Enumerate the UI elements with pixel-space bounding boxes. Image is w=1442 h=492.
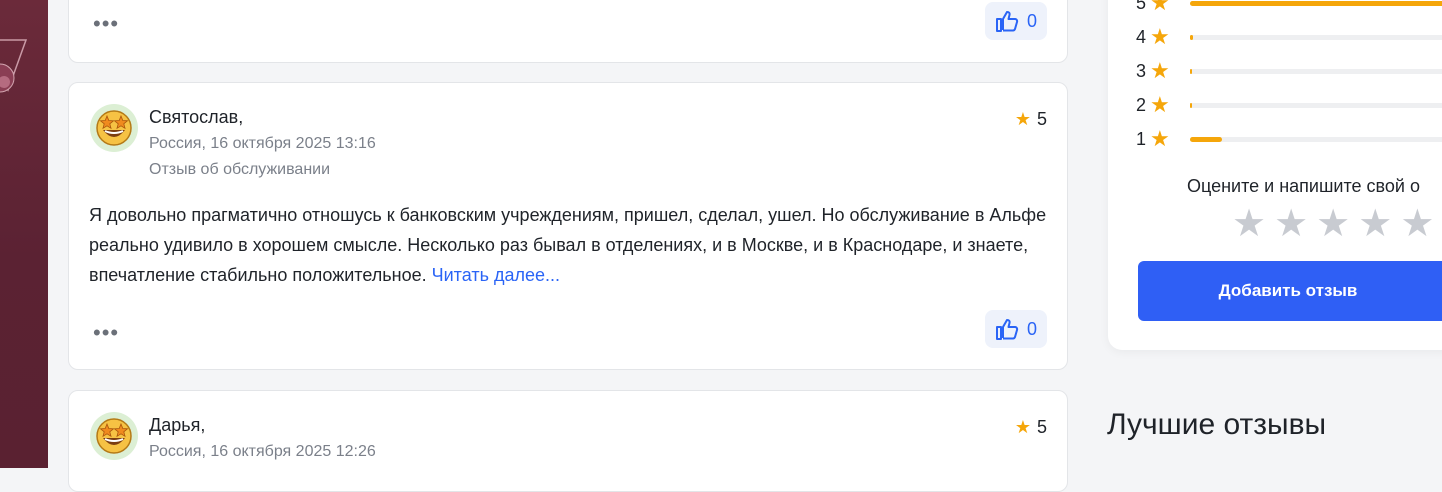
rating-bar bbox=[1190, 1, 1442, 6]
star-icon: ★ bbox=[1150, 126, 1170, 151]
rating-input[interactable]: ★ ★ ★ ★ ★ bbox=[1232, 205, 1434, 243]
rating-bar bbox=[1190, 137, 1442, 142]
rating-bar-fill bbox=[1190, 1, 1442, 6]
star-struck-emoji-icon bbox=[96, 418, 132, 454]
rating-bar-fill bbox=[1190, 35, 1193, 40]
more-options-button[interactable]: ••• bbox=[93, 322, 119, 344]
rating-row-3: 3 ★ bbox=[1136, 58, 1182, 83]
rating-row-2: 2 ★ bbox=[1136, 92, 1182, 117]
thumbs-up-icon bbox=[995, 11, 1019, 32]
review-rating: ★ 5 bbox=[1015, 417, 1047, 438]
rating-bar bbox=[1190, 35, 1442, 40]
rating-row-1: 1 ★ bbox=[1136, 126, 1182, 151]
like-count: 0 bbox=[1026, 318, 1037, 339]
rating-bar bbox=[1190, 69, 1442, 74]
add-review-button[interactable]: Добавить отзыв bbox=[1138, 261, 1442, 321]
star-icon: ★ bbox=[1014, 417, 1031, 437]
star-icon: ★ bbox=[1150, 24, 1170, 49]
like-button[interactable]: 0 bbox=[985, 2, 1047, 40]
rating-bar-fill bbox=[1190, 103, 1192, 108]
star-icon: ★ bbox=[1014, 109, 1031, 129]
review-body: Я довольно прагматично отношусь к банков… bbox=[89, 205, 1047, 285]
decorative-gem-icon bbox=[0, 39, 28, 93]
more-dots-icon: ••• bbox=[93, 320, 120, 345]
rate-prompt: Оцените и напишите свой о bbox=[1187, 176, 1420, 196]
star-icon[interactable]: ★ bbox=[1232, 205, 1266, 243]
star-icon[interactable]: ★ bbox=[1400, 205, 1434, 243]
star-struck-emoji-icon bbox=[96, 110, 132, 146]
best-reviews-heading: Лучшие отзывы bbox=[1107, 408, 1327, 441]
rating-row-4: 4 ★ bbox=[1136, 24, 1182, 49]
review-author: Святослав, bbox=[149, 107, 244, 127]
review-text: Я довольно прагматично отношусь к банков… bbox=[89, 200, 1047, 290]
avatar bbox=[90, 104, 138, 152]
star-icon: ★ bbox=[1150, 58, 1170, 83]
left-decorative-band bbox=[0, 0, 48, 468]
more-dots-icon: ••• bbox=[93, 11, 120, 36]
like-button[interactable]: 0 bbox=[985, 310, 1047, 348]
star-icon[interactable]: ★ bbox=[1274, 205, 1308, 243]
rating-bar-fill bbox=[1190, 69, 1192, 74]
rating-summary-panel: 5 ★ 4 ★ 3 ★ 2 ★ 1 ★ Оцените и напишите свой о ★ ★… bbox=[1108, 0, 1442, 350]
review-author: Дарья, bbox=[149, 415, 206, 435]
review-location-date: Россия, 16 октября 2025 12:26 bbox=[149, 443, 376, 460]
star-icon[interactable]: ★ bbox=[1358, 205, 1392, 243]
review-rating-value: 5 bbox=[1036, 109, 1047, 129]
review-card: ••• 0 bbox=[68, 0, 1068, 63]
review-card: Дарья, Россия, 16 октября 2025 12:26 ★ 5 bbox=[68, 390, 1068, 492]
rating-bar bbox=[1190, 103, 1442, 108]
review-location-date: Россия, 16 октября 2025 13:16 bbox=[149, 135, 376, 152]
review-rating-value: 5 bbox=[1036, 417, 1047, 437]
review-category: Отзыв об обслуживании bbox=[149, 161, 331, 178]
star-icon: ★ bbox=[1150, 92, 1170, 117]
star-icon: ★ bbox=[1150, 0, 1170, 15]
review-rating: ★ 5 bbox=[1015, 109, 1047, 130]
more-options-button[interactable]: ••• bbox=[93, 13, 119, 35]
rating-bar-fill bbox=[1190, 137, 1222, 142]
star-icon[interactable]: ★ bbox=[1316, 205, 1350, 243]
review-card: Святослав, Россия, 16 октября 2025 13:16… bbox=[68, 82, 1068, 370]
thumbs-up-icon bbox=[995, 319, 1019, 340]
rating-row-5: 5 ★ bbox=[1136, 0, 1182, 15]
like-count: 0 bbox=[1026, 10, 1037, 31]
read-more-link[interactable]: Читать далее... bbox=[432, 265, 560, 285]
avatar bbox=[90, 412, 138, 460]
